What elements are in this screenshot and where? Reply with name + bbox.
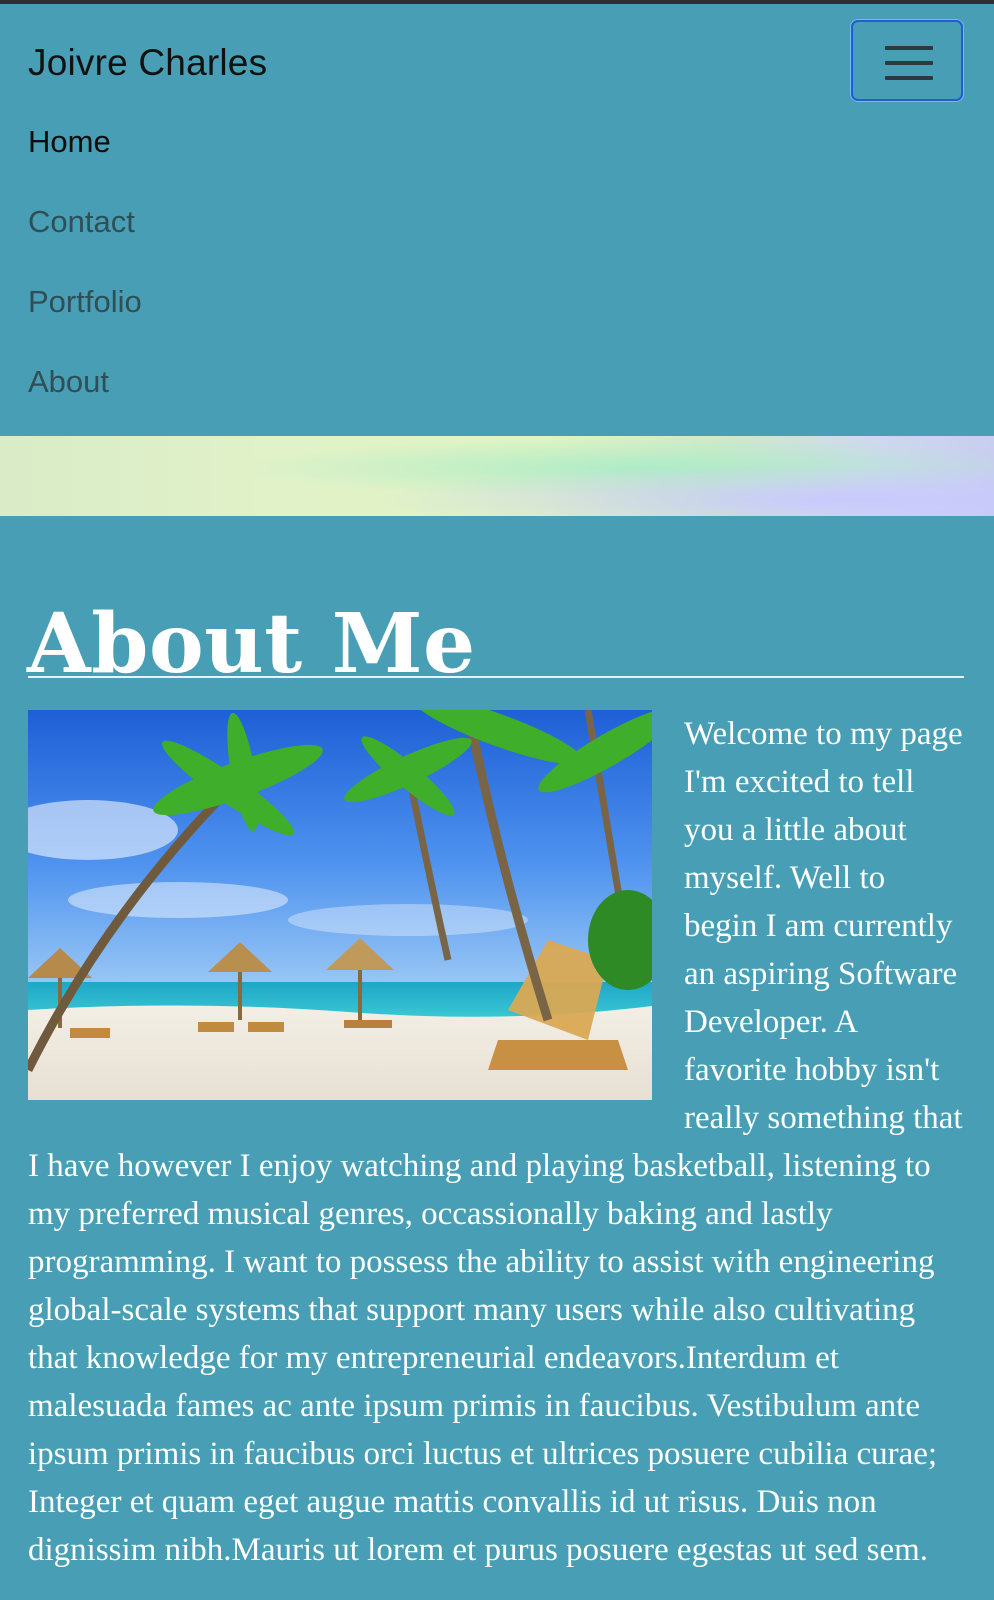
- page-title: About Me: [27, 595, 476, 692]
- hamburger-icon: [885, 44, 933, 80]
- nav-link-contact[interactable]: Contact: [28, 204, 135, 240]
- beach-photo: [28, 710, 652, 1100]
- nav-link-home[interactable]: Home: [28, 124, 111, 160]
- navbar-toggler-button[interactable]: [851, 20, 963, 101]
- nav-link-about[interactable]: About: [28, 364, 109, 400]
- navbar: Joivre Charles Home Contact Portfolio Ab…: [0, 4, 994, 436]
- heading-divider: [28, 676, 964, 678]
- about-content: Welcome to my page I'm excited to tell y…: [28, 710, 964, 1574]
- navbar-brand[interactable]: Joivre Charles: [28, 42, 267, 84]
- nav-link-portfolio[interactable]: Portfolio: [28, 284, 142, 320]
- decorative-banner: [0, 436, 994, 516]
